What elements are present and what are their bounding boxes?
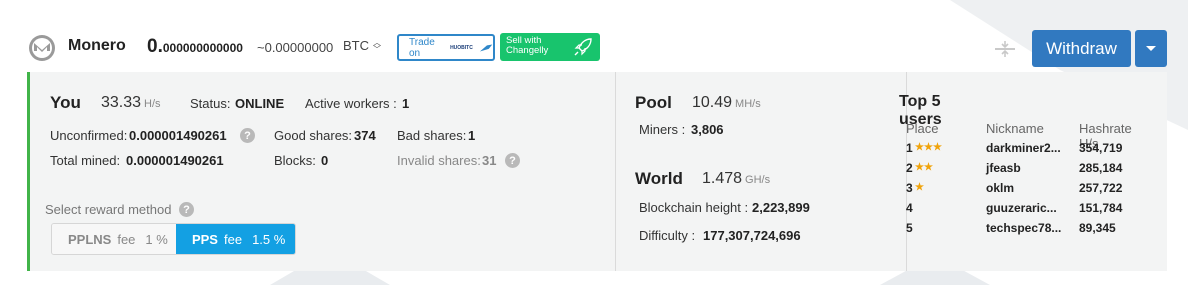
you-title: You (50, 93, 81, 112)
bad-shares-label: Bad shares: (397, 128, 467, 143)
caret-down-icon (1146, 46, 1156, 51)
star-icon: ★ (915, 142, 924, 153)
coin-name: Monero (68, 37, 126, 54)
blocks-label: Blocks: (274, 153, 316, 168)
balance: 0.000000000000 (147, 36, 243, 58)
hashrate: 354,719 (1079, 141, 1123, 155)
blockchain-height-label: Blockchain height : (639, 200, 749, 215)
rank-stars: ★ (915, 183, 924, 193)
rank-stars: ★ ★ ★ (915, 143, 942, 153)
good-shares-value: 374 (354, 128, 376, 143)
header: Monero 0.000000000000 ~0.00000000 BTC ︿ ﹀… (0, 0, 1188, 72)
table-row: 3 ★ oklm 257,722 (0, 181, 1122, 201)
currency-select[interactable]: BTC ︿ ﹀ (343, 38, 381, 53)
nickname: jfeasb (986, 161, 1021, 175)
hashrate: 285,184 (1079, 161, 1123, 175)
section-divider (615, 72, 616, 271)
table-row: 5 techspec78... 89,345 (0, 221, 1116, 241)
monero-logo-icon (29, 35, 55, 61)
sell-with-changelly-button[interactable]: Sell with Changelly (500, 33, 600, 61)
place-value: 2 (906, 161, 913, 175)
status-value: ONLINE (235, 96, 285, 111)
place-value: 3 (906, 181, 913, 195)
difficulty-value: 177,307,724,696 (703, 228, 801, 243)
good-shares-label: Good shares: (274, 128, 353, 143)
rank-stars: ★ ★ (915, 163, 933, 173)
nickname: techspec78... (986, 221, 1062, 235)
blocks-value: 0 (321, 153, 329, 168)
stats-panel: You 33.33 H/s Status: ONLINE Active worke… (27, 72, 1167, 271)
pool-hashrate-value: 10.49 (692, 94, 733, 111)
place-value: 4 (906, 201, 913, 215)
invalid-shares-value: 31 (482, 153, 497, 168)
invalid-shares-help-icon[interactable]: ? (505, 153, 520, 168)
nickname: oklm (986, 181, 1015, 195)
star-icon: ★ (915, 182, 924, 193)
sort-chevron-icon: ︿ ﹀ (373, 37, 381, 54)
balance-decimals: 000000000000 (162, 41, 243, 55)
pool-hashrate: 10.49 MH/s (692, 94, 761, 112)
withdraw-dropdown-button[interactable] (1135, 30, 1167, 67)
nickname: guuzeraric... (986, 201, 1057, 215)
withdraw-button[interactable]: Withdraw (1032, 30, 1131, 67)
world-title: World (635, 169, 683, 188)
star-icon: ★ (915, 162, 924, 173)
exchange-logo-icon (479, 43, 493, 52)
rocket-icon (574, 38, 592, 56)
world-hashrate-value: 1.478 (702, 170, 743, 187)
top-users: Top 5 users Place Nickname Hashrate H/s … (0, 72, 1132, 235)
balance-integer: 0. (147, 36, 163, 57)
star-icon: ★ (923, 142, 933, 153)
place-value: 1 (906, 141, 913, 155)
hashrate: 89,345 (1079, 221, 1116, 235)
hashrate: 151,784 (1079, 201, 1123, 215)
miners-label: Miners : (639, 122, 686, 137)
nickname: darkminer2... (986, 141, 1061, 155)
place-value: 5 (906, 221, 913, 235)
world-hashrate: 1.478 GH/s (702, 170, 770, 188)
you-hashrate-unit: H/s (144, 98, 161, 110)
pool-hashrate-unit: MH/s (735, 98, 761, 110)
table-row: 2 ★ ★ jfeasb 285,184 (0, 161, 1122, 181)
you-hashrate-value: 33.33 (101, 94, 142, 111)
star-icon: ★ (923, 162, 933, 173)
column-header-place: Place (906, 121, 939, 136)
table-row: 1 ★ ★ ★ darkminer2... 354,719 (0, 141, 1122, 161)
currency-value: BTC (343, 38, 369, 53)
column-header-nickname: Nickname (986, 121, 1044, 136)
bad-shares-value: 1 (468, 128, 476, 143)
miners-value: 3,806 (691, 122, 724, 137)
trade-on-label: Trade on (409, 36, 435, 59)
unconfirmed-help-icon[interactable]: ? (240, 128, 255, 143)
btc-equivalent: ~0.00000000 (257, 40, 334, 55)
difficulty-label: Difficulty : (639, 228, 696, 243)
status-label: Status: (190, 96, 231, 111)
reward-fee-value: 1.5 % (252, 231, 286, 247)
active-workers-value: 1 (402, 96, 410, 111)
changelly-label: Sell with Changelly (506, 35, 549, 56)
you-hashrate: 33.33 H/s (101, 94, 161, 112)
invalid-shares-label: Invalid shares: (397, 153, 481, 168)
exchange-logo-text: HUOBITC (450, 44, 473, 51)
blockchain-height-value: 2,223,899 (752, 200, 810, 215)
star-icon: ★ (932, 142, 942, 153)
table-row: 4 guuzeraric... 151,784 (0, 201, 1122, 221)
trade-on-button[interactable]: Trade on HUOBITC (397, 34, 495, 61)
world-hashrate-unit: GH/s (745, 174, 771, 186)
hashrate: 257,722 (1079, 181, 1123, 195)
active-workers-label: Active workers : (305, 96, 397, 111)
pool-title: Pool (635, 93, 672, 112)
collapse-panel-icon[interactable] (993, 40, 1017, 58)
